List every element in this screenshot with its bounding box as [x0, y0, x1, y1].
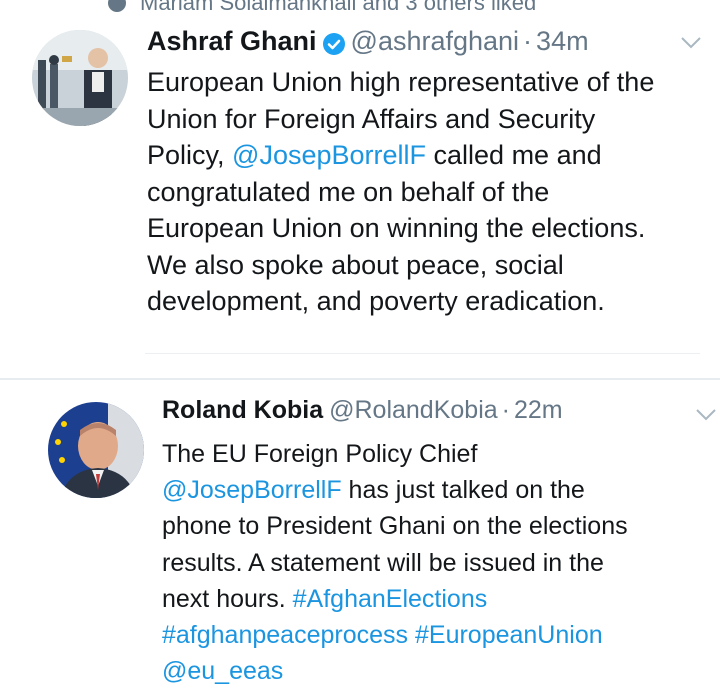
tweet[interactable]: Roland Kobia @RolandKobia · 22m The EU F… — [0, 380, 720, 690]
tweet-text-segment: development, and poverty eradication. — [147, 286, 605, 316]
tweet-text-segment: We also spoke about peace, social — [147, 249, 564, 280]
tweet-text-line: phone to President Ghani on the election… — [162, 508, 628, 544]
chevron-down-icon[interactable] — [695, 408, 717, 422]
timestamp[interactable]: 22m — [514, 396, 563, 425]
tweet-text-segment: next hours. — [162, 584, 293, 613]
tweet-text-segment: called me and — [426, 140, 602, 170]
tweet-header: Ashraf Ghani @ashrafghani · 34m — [147, 26, 589, 57]
tweet-text-segment: phone to President Ghani on the election… — [162, 512, 628, 541]
avatar[interactable] — [32, 30, 128, 126]
tweet[interactable]: Ashraf Ghani @ashrafghani · 34m European… — [0, 22, 720, 354]
tweet-text-line: @JosepBorrellF has just talked on the — [162, 472, 628, 508]
tweet-text-segment: European Union on winning the elections. — [147, 213, 646, 243]
social-context: Mariam Solaimankhail and 3 others liked — [108, 0, 536, 16]
tweet-text-line: results. A statement will be issued in t… — [162, 545, 628, 581]
tweet-text-segment: congratulated me on behalf of the — [147, 176, 550, 207]
tweet-text-line: Policy, @JosepBorrellF called me and — [147, 137, 654, 174]
chevron-down-icon[interactable] — [680, 36, 702, 50]
hashtag-link[interactable]: #afghanpeaceprocess — [162, 621, 408, 649]
tweet-text-line: next hours. #AfghanElections — [162, 581, 628, 617]
separator-dot: · — [501, 396, 510, 424]
mention-link[interactable]: @eu_eeas — [162, 657, 283, 685]
heart-icon — [108, 0, 126, 12]
tweet-text-segment: Policy, — [147, 140, 233, 170]
tweet-text-line: European Union on winning the elections. — [147, 210, 654, 247]
verified-badge-icon — [322, 31, 345, 55]
display-name[interactable]: Roland Kobia — [162, 396, 323, 425]
tweet-text-segment: results. A statement will be issued in t… — [162, 548, 604, 577]
tweet-header: Roland Kobia @RolandKobia · 22m — [162, 396, 563, 425]
tweet-text-segment: Union for Foreign Affairs and Security — [147, 103, 596, 134]
tweet-text-line: European Union high representative of th… — [147, 64, 654, 101]
hashtag-link[interactable]: #EuropeanUnion — [415, 621, 603, 649]
divider — [145, 353, 700, 354]
tweet-text-segment: European Union high representative of th… — [147, 67, 655, 97]
tweet-text-segment: The EU Foreign Policy Chief — [162, 440, 478, 468]
timestamp[interactable]: 34m — [536, 26, 589, 57]
hashtag-link[interactable]: #AfghanElections — [293, 585, 488, 613]
tweet-text-line: We also spoke about peace, social — [147, 247, 654, 284]
user-handle[interactable]: @RolandKobia — [329, 396, 498, 425]
tweet-text-segment: has just talked on the — [341, 476, 585, 505]
tweet-text-line: development, and poverty eradication. — [147, 283, 654, 320]
tweet-text-line: @eu_eeas — [162, 653, 628, 689]
social-context-text: Mariam Solaimankhail and 3 others liked — [140, 0, 537, 15]
user-handle[interactable]: @ashrafghani — [351, 26, 520, 57]
tweet-text: European Union high representative of th… — [147, 64, 654, 320]
display-name[interactable]: Ashraf Ghani — [147, 26, 317, 57]
avatar[interactable] — [48, 402, 144, 498]
tweet-text-line: Union for Foreign Affairs and Security — [147, 101, 654, 138]
separator-dot: · — [523, 26, 533, 56]
tweet-text-line: #afghanpeaceprocess #EuropeanUnion — [162, 617, 628, 653]
tweet-text-line: The EU Foreign Policy Chief — [162, 436, 628, 472]
tweet-text: The EU Foreign Policy Chief @JosepBorrell… — [162, 436, 628, 689]
mention-link[interactable]: @JosepBorrellF — [162, 476, 342, 504]
tweet-text-segment — [408, 621, 415, 649]
mention-link[interactable]: @JosepBorrellF — [232, 140, 426, 170]
tweet-text-line: congratulated me on behalf of the — [147, 174, 654, 211]
